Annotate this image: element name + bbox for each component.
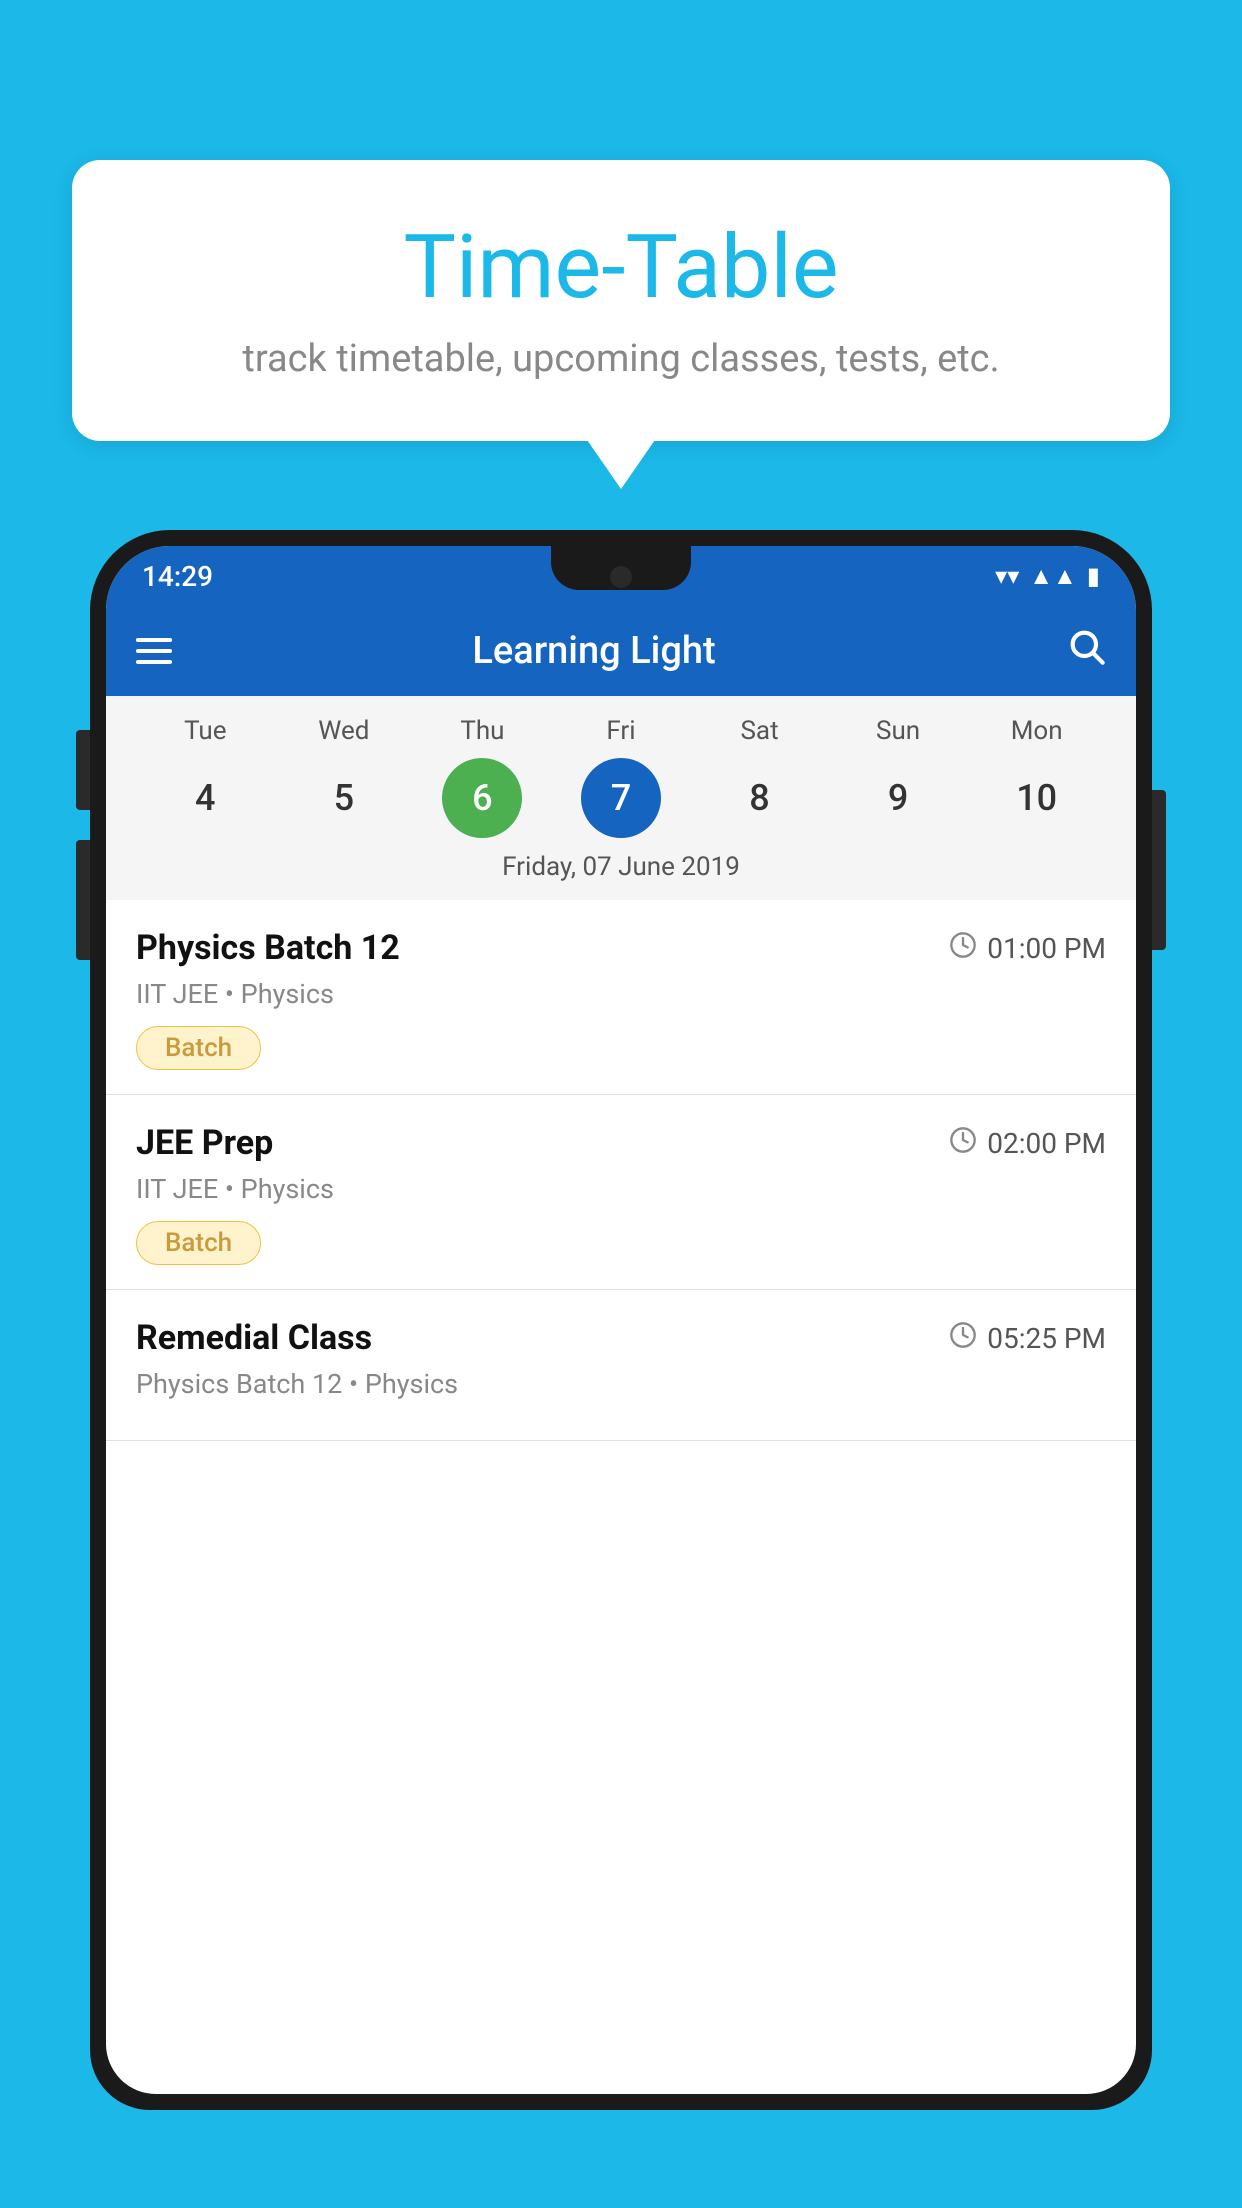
- wifi-icon: ▾▾: [995, 562, 1019, 590]
- day-label-wed: Wed: [304, 716, 384, 746]
- clock-icon-2: [949, 1126, 977, 1161]
- status-time: 14:29: [142, 560, 213, 593]
- day-label-mon: Mon: [997, 716, 1077, 746]
- day-label-sat: Sat: [720, 716, 800, 746]
- batch-badge-2: Batch: [136, 1221, 261, 1265]
- schedule-time-value-2: 02:00 PM: [987, 1127, 1106, 1160]
- schedule-list: Physics Batch 12 01:00 PM IIT JEE • P: [106, 900, 1136, 1441]
- day-6-today[interactable]: 6: [442, 758, 522, 838]
- day-label-thu: Thu: [442, 716, 522, 746]
- schedule-item-1[interactable]: Physics Batch 12 01:00 PM IIT JEE • P: [106, 900, 1136, 1095]
- schedule-detail-3: Physics Batch 12 • Physics: [136, 1368, 1106, 1400]
- schedule-row1-item1: Physics Batch 12 01:00 PM: [136, 928, 1106, 968]
- day-10[interactable]: 10: [997, 758, 1077, 838]
- status-icons: ▾▾ ▲▲ ▮: [995, 562, 1100, 591]
- phone-mockup: 14:29 ▾▾ ▲▲ ▮ Learning Light: [90, 530, 1152, 2208]
- bubble-subtitle: track timetable, upcoming classes, tests…: [112, 337, 1130, 381]
- search-icon[interactable]: [1066, 626, 1106, 676]
- day-4[interactable]: 4: [165, 758, 245, 838]
- speech-bubble: Time-Table track timetable, upcoming cla…: [72, 160, 1170, 441]
- schedule-row1-item3: Remedial Class 05:25 PM: [136, 1318, 1106, 1358]
- day-label-tue: Tue: [165, 716, 245, 746]
- batch-badge-1: Batch: [136, 1026, 261, 1070]
- app-title: Learning Light: [196, 629, 992, 673]
- schedule-time-3: 05:25 PM: [949, 1321, 1106, 1356]
- bubble-title: Time-Table: [112, 220, 1130, 317]
- schedule-detail-2: IIT JEE • Physics: [136, 1173, 1106, 1205]
- phone-camera: [610, 566, 632, 588]
- phone-outer: 14:29 ▾▾ ▲▲ ▮ Learning Light: [90, 530, 1152, 2110]
- app-bar: Learning Light: [106, 606, 1136, 696]
- phone-button-left2: [76, 840, 90, 960]
- clock-icon-1: [949, 931, 977, 966]
- clock-icon-3: [949, 1321, 977, 1356]
- day-labels: Tue Wed Thu Fri Sat Sun Mon: [136, 716, 1106, 746]
- schedule-detail-1: IIT JEE • Physics: [136, 978, 1106, 1010]
- calendar-header: Tue Wed Thu Fri Sat Sun Mon 4 5 6 7 8 9 …: [106, 696, 1136, 900]
- schedule-time-1: 01:00 PM: [949, 931, 1106, 966]
- schedule-time-value-3: 05:25 PM: [987, 1322, 1106, 1355]
- day-label-sun: Sun: [858, 716, 938, 746]
- schedule-row1-item2: JEE Prep 02:00 PM: [136, 1123, 1106, 1163]
- selected-date: Friday, 07 June 2019: [136, 852, 1106, 890]
- battery-icon: ▮: [1087, 562, 1100, 590]
- hamburger-menu[interactable]: [136, 638, 172, 664]
- phone-notch: [551, 546, 691, 590]
- speech-bubble-container: Time-Table track timetable, upcoming cla…: [72, 160, 1170, 441]
- schedule-item-3[interactable]: Remedial Class 05:25 PM Physics Batch: [106, 1290, 1136, 1441]
- schedule-time-2: 02:00 PM: [949, 1126, 1106, 1161]
- phone-button-left: [76, 730, 90, 810]
- day-9[interactable]: 9: [858, 758, 938, 838]
- schedule-name-2: JEE Prep: [136, 1123, 273, 1163]
- schedule-name-3: Remedial Class: [136, 1318, 372, 1358]
- day-8[interactable]: 8: [720, 758, 800, 838]
- phone-button-right: [1152, 790, 1166, 950]
- phone-screen: 14:29 ▾▾ ▲▲ ▮ Learning Light: [106, 546, 1136, 2094]
- day-numbers: 4 5 6 7 8 9 10: [136, 758, 1106, 838]
- schedule-time-value-1: 01:00 PM: [987, 932, 1106, 965]
- schedule-name-1: Physics Batch 12: [136, 928, 400, 968]
- day-label-fri: Fri: [581, 716, 661, 746]
- day-5[interactable]: 5: [304, 758, 384, 838]
- day-7-selected[interactable]: 7: [581, 758, 661, 838]
- signal-icon: ▲▲: [1029, 562, 1077, 591]
- schedule-item-2[interactable]: JEE Prep 02:00 PM IIT JEE • Physics: [106, 1095, 1136, 1290]
